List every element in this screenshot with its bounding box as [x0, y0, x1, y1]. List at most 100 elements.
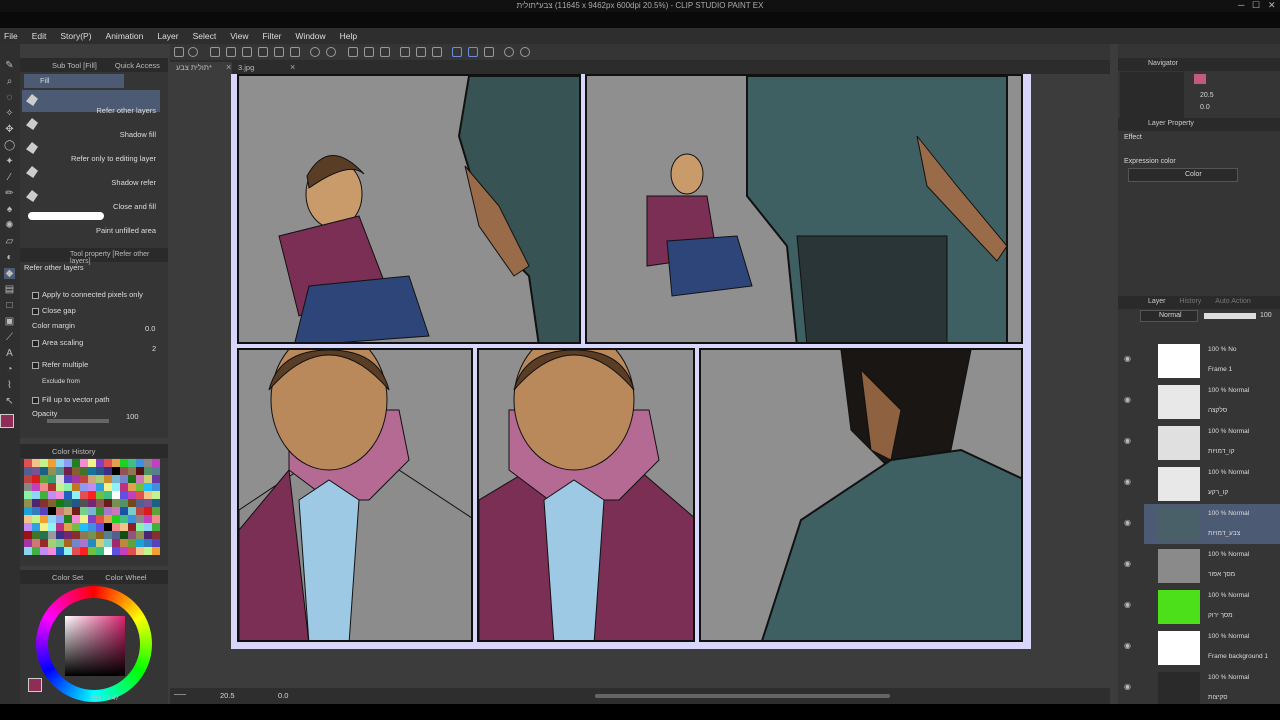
color-swatch[interactable]: [48, 467, 56, 475]
navigator-zoom[interactable]: 20.5: [1200, 92, 1214, 99]
color-swatch[interactable]: [112, 539, 120, 547]
color-swatch[interactable]: [120, 515, 128, 523]
layer-row[interactable]: ◉ 100 % Normal Frame background 1: [1124, 627, 1280, 667]
color-swatch[interactable]: [48, 491, 56, 499]
color-swatch[interactable]: [144, 523, 152, 531]
color-swatch[interactable]: [80, 531, 88, 539]
menu-help[interactable]: Help: [340, 31, 357, 41]
color-swatch[interactable]: [88, 467, 96, 475]
lasso-icon[interactable]: ◯: [4, 140, 15, 151]
color-swatch[interactable]: [136, 515, 144, 523]
color-swatch[interactable]: [64, 491, 72, 499]
color-swatch[interactable]: [96, 507, 104, 515]
crop-icon[interactable]: [380, 47, 390, 57]
print-icon[interactable]: [290, 47, 300, 57]
color-swatch[interactable]: [80, 507, 88, 515]
zoom-icon[interactable]: ⌕: [4, 76, 15, 87]
eye-icon[interactable]: ◉: [1124, 477, 1131, 486]
color-swatch[interactable]: [64, 483, 72, 491]
navigator-tab[interactable]: Navigator: [1118, 58, 1280, 71]
color-swatch[interactable]: [32, 531, 40, 539]
color-swatch[interactable]: [88, 547, 96, 555]
color-swatch[interactable]: [80, 515, 88, 523]
color-swatch[interactable]: [80, 547, 88, 555]
color-swatch[interactable]: [88, 483, 96, 491]
color-swatch[interactable]: [48, 523, 56, 531]
move-icon[interactable]: ✥: [4, 124, 15, 135]
color-swatch[interactable]: [80, 475, 88, 483]
area-scaling-option[interactable]: Area scaling: [32, 338, 83, 347]
color-swatch[interactable]: [112, 547, 120, 555]
color-swatch[interactable]: [88, 459, 96, 467]
color-swatch[interactable]: [88, 491, 96, 499]
color-swatch[interactable]: [152, 475, 160, 483]
color-swatch[interactable]: [120, 483, 128, 491]
color-swatch[interactable]: [64, 539, 72, 547]
menu-file[interactable]: File: [4, 31, 18, 41]
color-swatch[interactable]: [96, 523, 104, 531]
color-swatch[interactable]: [32, 467, 40, 475]
color-swatch[interactable]: [72, 475, 80, 483]
color-swatch[interactable]: [104, 491, 112, 499]
color-swatch[interactable]: [56, 499, 64, 507]
close-tab-icon[interactable]: ×: [226, 62, 231, 72]
color-swatch[interactable]: [104, 507, 112, 515]
color-swatch[interactable]: [136, 547, 144, 555]
subtool-shadow-refer[interactable]: Shadow refer: [22, 162, 160, 187]
color-swatch[interactable]: [136, 491, 144, 499]
pencil-icon[interactable]: ✏: [4, 188, 15, 199]
color-swatch[interactable]: [32, 523, 40, 531]
apply-connected-option[interactable]: Apply to connected pixels only: [32, 290, 143, 299]
color-swatch[interactable]: [32, 491, 40, 499]
color-swatch[interactable]: [96, 475, 104, 483]
rotate-icon[interactable]: [504, 47, 514, 57]
color-swatch[interactable]: [72, 539, 80, 547]
saturation-value-square[interactable]: [65, 616, 125, 676]
color-swatch[interactable]: [72, 547, 80, 555]
eye-icon[interactable]: ◉: [1124, 354, 1131, 363]
checkbox[interactable]: [32, 291, 39, 299]
refer-multiple-option[interactable]: Refer multiple: [32, 360, 88, 369]
navigator-preview[interactable]: [1120, 72, 1184, 118]
color-swatch[interactable]: [32, 547, 40, 555]
fill-tool-icon[interactable]: ◆: [4, 268, 15, 279]
color-swatch[interactable]: [80, 467, 88, 475]
color-swatch[interactable]: [96, 547, 104, 555]
subtool-paint-unfilled[interactable]: Paint unfilled area: [22, 210, 160, 235]
color-swatch[interactable]: [88, 539, 96, 547]
color-swatch[interactable]: [88, 523, 96, 531]
angle-value[interactable]: 0.0: [278, 691, 288, 700]
save-icon[interactable]: [242, 47, 252, 57]
color-swatch[interactable]: [120, 459, 128, 467]
pen-icon[interactable]: ✎: [4, 60, 15, 71]
color-swatch[interactable]: [24, 499, 32, 507]
color-swatch[interactable]: [152, 547, 160, 555]
color-swatch[interactable]: [72, 459, 80, 467]
color-swatch[interactable]: [80, 539, 88, 547]
color-swatch[interactable]: [136, 483, 144, 491]
color-swatch[interactable]: [32, 507, 40, 515]
color-wheel-tab[interactable]: Color Wheel: [105, 573, 146, 582]
fill-icon[interactable]: [400, 47, 410, 57]
color-swatch[interactable]: [24, 483, 32, 491]
text-icon[interactable]: A: [4, 348, 15, 359]
color-swatch[interactable]: [136, 467, 144, 475]
color-swatch[interactable]: [104, 459, 112, 467]
color-swatch[interactable]: [80, 523, 88, 531]
navigator-angle[interactable]: 0.0: [1200, 104, 1210, 111]
color-swatch[interactable]: [104, 467, 112, 475]
color-swatch[interactable]: [144, 547, 152, 555]
color-swatch[interactable]: [120, 531, 128, 539]
color-swatch[interactable]: [128, 515, 136, 523]
color-swatch[interactable]: [112, 515, 120, 523]
opacity-value[interactable]: 100: [126, 412, 139, 421]
airbrush-icon[interactable]: ✺: [4, 220, 15, 231]
comic-panel-3[interactable]: [237, 348, 473, 642]
color-swatch[interactable]: [40, 499, 48, 507]
color-swatch[interactable]: [32, 515, 40, 523]
color-swatch[interactable]: [72, 483, 80, 491]
color-swatch[interactable]: [104, 515, 112, 523]
color-swatch[interactable]: [96, 491, 104, 499]
color-swatch[interactable]: [64, 467, 72, 475]
color-swatch[interactable]: [24, 547, 32, 555]
